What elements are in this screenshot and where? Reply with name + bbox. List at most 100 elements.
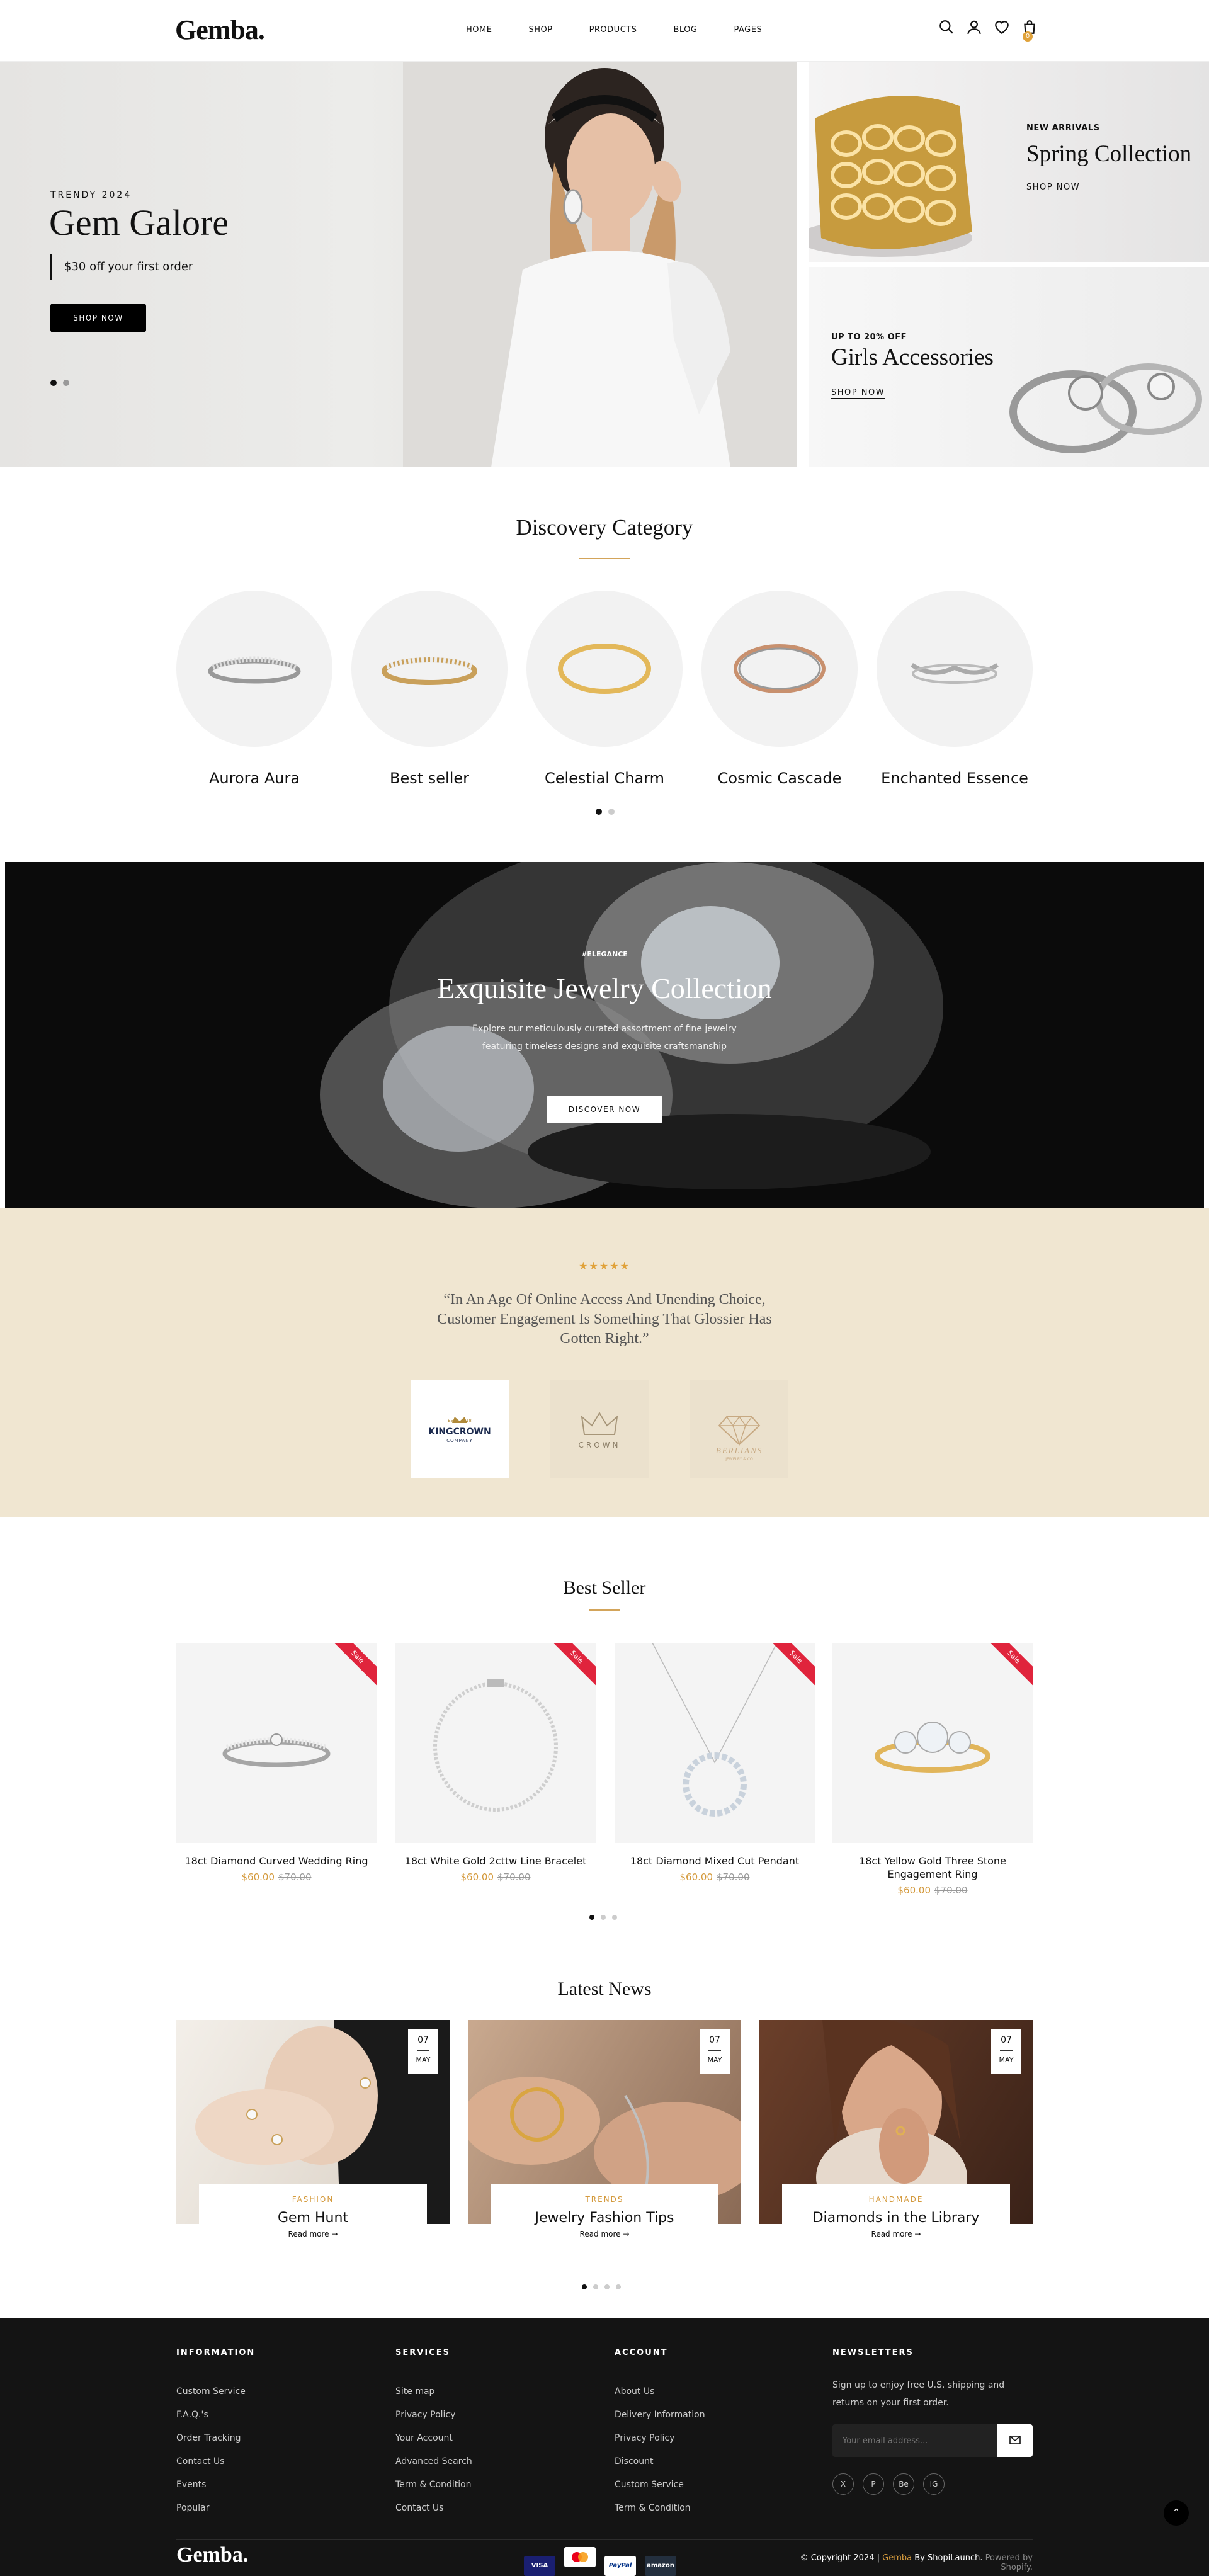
news-date: 07 MAY (700, 2029, 730, 2074)
news-card[interactable]: 07 MAY HANDMADE Diamonds in the Library Rea… (759, 2020, 1033, 2247)
footer-column-information: INFORMATION Custom Service F.A.Q.'s Orde… (176, 2348, 256, 2513)
category-item[interactable]: Best seller (351, 591, 508, 787)
brand-logo-crown[interactable]: CROWN (550, 1380, 649, 1478)
footer-link[interactable]: Contact Us (395, 2503, 472, 2513)
banner-shop-now-link[interactable]: SHOP NOW (1026, 183, 1080, 192)
slide-dot-2[interactable] (608, 809, 615, 815)
product-card[interactable]: Sale 18ct Yellow Gold Three Stone Engage… (832, 1643, 1033, 1896)
footer-link[interactable]: Order Tracking (176, 2433, 255, 2443)
footer-link[interactable]: Term & Condition (395, 2480, 472, 2490)
nav-blog[interactable]: BLOG (673, 25, 697, 35)
slide-dot-2[interactable] (63, 380, 69, 386)
category-item[interactable]: Celestial Charm (526, 591, 683, 787)
footer-link[interactable]: Contact Us (176, 2456, 255, 2466)
slide-dot-1[interactable] (589, 1915, 594, 1920)
brand-logo-kingcrown[interactable]: EST · 2018 KINGCROWN COMPANY (411, 1380, 509, 1478)
slide-dot-1[interactable] (50, 380, 57, 386)
nav-pages[interactable]: PAGES (734, 25, 762, 35)
footer-link[interactable]: F.A.Q.'s (176, 2410, 255, 2420)
logo[interactable]: Gemba. (175, 14, 265, 46)
copyright-brand-link[interactable]: Gemba (882, 2553, 912, 2563)
arrow-right-icon: → (331, 2230, 338, 2238)
news-title[interactable]: Gem Hunt (199, 2210, 427, 2226)
nav-products[interactable]: PRODUCTS (589, 25, 637, 35)
pinterest-icon[interactable]: P (863, 2473, 884, 2495)
slide-dot-1[interactable] (596, 809, 602, 815)
instagram-icon[interactable]: IG (923, 2473, 945, 2495)
product-card[interactable]: Sale 18ct Diamond Mixed Cut Pendant $60.… (615, 1643, 815, 1883)
news-title[interactable]: Diamonds in the Library (782, 2210, 1010, 2226)
social-links: X P Be IG (832, 2473, 1034, 2495)
envelope-icon (1009, 2436, 1021, 2444)
footer-link[interactable]: Advanced Search (395, 2456, 472, 2466)
discover-now-button[interactable]: DISCOVER NOW (547, 1096, 662, 1123)
category-name: Celestial Charm (544, 769, 665, 787)
copyright-text: © Copyright 2024 | Gemba By ShopiLaunch.… (800, 2553, 1033, 2572)
category-item[interactable]: Enchanted Essence (877, 591, 1033, 787)
product-name[interactable]: 18ct Diamond Mixed Cut Pendant (615, 1854, 815, 1868)
category-name: Enchanted Essence (881, 769, 1028, 787)
footer-link[interactable]: Privacy Policy (615, 2433, 705, 2443)
read-more-link[interactable]: Read more → (199, 2230, 427, 2238)
banner-title: Girls Accessories (831, 344, 994, 370)
footer-link[interactable]: About Us (615, 2386, 705, 2397)
brand-logo-berlians[interactable]: BERLIANS JEWELRY & CO (690, 1380, 788, 1478)
news-card[interactable]: 07 MAY FASHION Gem Hunt Read more → (176, 2020, 450, 2247)
category-item[interactable]: Cosmic Cascade (701, 591, 858, 787)
category-item[interactable]: Aurora Aura (176, 591, 332, 787)
nav-home[interactable]: HOME (466, 25, 492, 35)
nav-shop[interactable]: SHOP (528, 25, 552, 35)
amazon-icon: amazon (645, 2556, 676, 2576)
news-card[interactable]: 07 MAY TRENDS Jewelry Fashion Tips Read mor… (468, 2020, 741, 2247)
banner-title: Spring Collection (1026, 141, 1192, 167)
slide-dot-4[interactable] (616, 2284, 621, 2289)
slide-dot-1[interactable] (582, 2284, 587, 2289)
footer-link[interactable]: Term & Condition (615, 2503, 705, 2513)
news-category: FASHION (292, 2195, 334, 2204)
footer-link[interactable]: Custom Service (176, 2386, 255, 2397)
news-title[interactable]: Jewelry Fashion Tips (491, 2210, 718, 2226)
footer-link[interactable]: Your Account (395, 2433, 472, 2443)
account-icon[interactable] (966, 19, 982, 35)
footer-logo[interactable]: Gemba. (176, 2543, 248, 2567)
twitter-icon[interactable]: X (832, 2473, 854, 2495)
footer-link[interactable]: Discount (615, 2456, 705, 2466)
footer-link[interactable]: Site map (395, 2386, 472, 2397)
hero-shop-now-button[interactable]: SHOP NOW (50, 304, 146, 332)
slide-dot-2[interactable] (593, 2284, 598, 2289)
diamond-rings-image (5, 862, 1204, 1208)
product-name[interactable]: 18ct Yellow Gold Three Stone Engagement … (832, 1854, 1033, 1881)
newsletter-submit-button[interactable] (997, 2424, 1033, 2457)
footer-link[interactable]: Privacy Policy (395, 2410, 472, 2420)
footer-link[interactable]: Custom Service (615, 2480, 705, 2490)
slide-dot-3[interactable] (604, 2284, 610, 2289)
spring-collection-banner[interactable]: NEW ARRIVALS Spring Collection SHOP NOW (809, 62, 1209, 262)
product-card[interactable]: Sale 18ct Diamond Curved Wedding Ring $6… (176, 1643, 377, 1883)
search-icon[interactable] (938, 19, 955, 35)
wishlist-icon[interactable] (994, 19, 1010, 35)
read-more-link[interactable]: Read more → (782, 2230, 1010, 2238)
footer-link[interactable]: Popular (176, 2503, 255, 2513)
banner-shop-now-link[interactable]: SHOP NOW (831, 388, 885, 397)
slide-dot-2[interactable] (601, 1915, 606, 1920)
slide-dot-3[interactable] (612, 1915, 617, 1920)
behance-icon[interactable]: Be (893, 2473, 914, 2495)
ring-image (382, 657, 477, 685)
footer-link[interactable]: Delivery Information (615, 2410, 705, 2420)
cart-count-badge: 0 (1023, 31, 1033, 42)
product-name[interactable]: 18ct White Gold 2cttw Line Bracelet (395, 1854, 596, 1868)
ring-image (558, 644, 651, 694)
footer-link[interactable]: Events (176, 2480, 255, 2490)
product-card[interactable]: Sale 18ct White Gold 2cttw Line Bracelet… (395, 1643, 596, 1883)
news-heading: Latest News (557, 1978, 652, 1999)
ring-image (911, 663, 999, 684)
best-seller-dots (589, 1910, 623, 1922)
news-category: TRENDS (585, 2195, 624, 2204)
category-heading: Discovery Category (516, 515, 693, 540)
product-name[interactable]: 18ct Diamond Curved Wedding Ring (176, 1854, 377, 1868)
back-to-top-button[interactable]: ⌃ (1164, 2500, 1189, 2526)
girls-accessories-banner[interactable]: UP TO 20% OFF Girls Accessories SHOP NOW (809, 267, 1209, 467)
newsletter-email-input[interactable] (832, 2424, 997, 2457)
read-more-link[interactable]: Read more → (491, 2230, 718, 2238)
hero-subtitle: $30 off your first order (50, 254, 193, 280)
